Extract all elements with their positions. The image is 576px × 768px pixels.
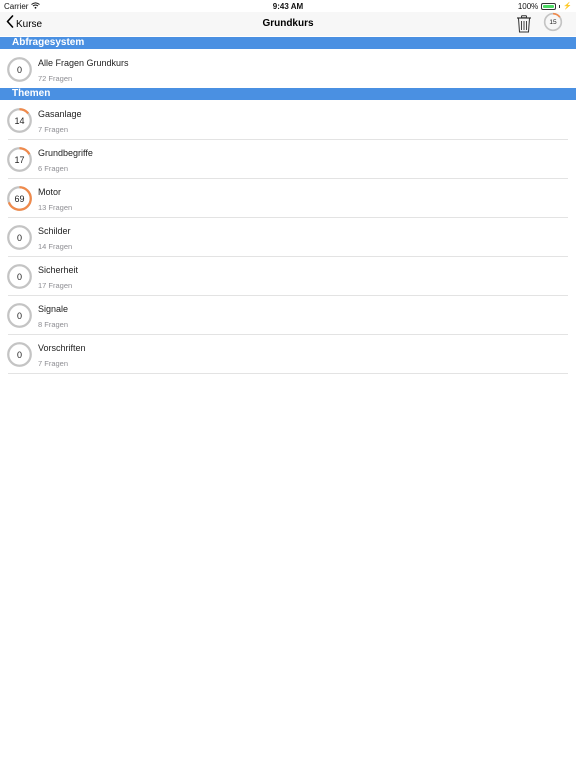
item-title: Grundbegriffe bbox=[38, 148, 93, 158]
row-divider bbox=[8, 373, 568, 374]
progress-value: 0 bbox=[16, 271, 22, 282]
progress-ring: 69 bbox=[6, 185, 33, 212]
list-item[interactable]: 69 Motor 13 Fragen bbox=[0, 179, 576, 218]
progress-value: 69 bbox=[14, 193, 25, 204]
section-header-abfragesystem: Abfragesystem bbox=[0, 37, 576, 49]
item-subtitle: 72 Fragen bbox=[38, 74, 73, 83]
battery-percent: 100% bbox=[517, 2, 539, 11]
item-title: Vorschriften bbox=[38, 343, 86, 353]
item-subtitle: 6 Fragen bbox=[38, 164, 69, 173]
item-subtitle: 7 Fragen bbox=[38, 359, 69, 368]
item-subtitle: 17 Fragen bbox=[38, 281, 73, 290]
list-item[interactable]: 17 Grundbegriffe 6 Fragen bbox=[0, 140, 576, 179]
item-title: Sicherheit bbox=[38, 265, 79, 275]
status-bar: Carrier 9:43 AM 100% ⚡ bbox=[0, 0, 576, 12]
progress-ring: 0 bbox=[6, 341, 33, 368]
list-item[interactable]: 0 Vorschriften 7 Fragen bbox=[0, 335, 576, 374]
progress-value: 0 bbox=[16, 310, 22, 321]
status-right: 100% ⚡ bbox=[518, 2, 572, 11]
back-label: Kurse bbox=[16, 18, 43, 30]
battery-icon bbox=[541, 3, 557, 10]
back-button[interactable]: Kurse bbox=[6, 15, 42, 33]
item-title: Signale bbox=[38, 304, 69, 314]
page-title: Grundkurs bbox=[262, 18, 314, 29]
progress-value: 0 bbox=[16, 64, 22, 75]
progress-ring: 0 bbox=[6, 224, 33, 251]
list-item[interactable]: 14 Gasanlage 7 Fragen bbox=[0, 101, 576, 140]
item-subtitle: 13 Fragen bbox=[38, 203, 73, 212]
navigation-bar: Kurse Grundkurs bbox=[0, 12, 576, 36]
item-subtitle: 14 Fragen bbox=[38, 242, 73, 251]
list-item[interactable]: 0 Signale 8 Fragen bbox=[0, 296, 576, 335]
progress-ring: 0 bbox=[6, 56, 33, 83]
item-title: Motor bbox=[38, 187, 62, 197]
item-title: Alle Fragen Grundkurs bbox=[38, 58, 129, 68]
item-title: Schilder bbox=[38, 226, 71, 236]
overall-score-ring[interactable]: 15 bbox=[543, 12, 563, 32]
overall-score-value: 15 bbox=[549, 18, 557, 26]
progress-value: 14 bbox=[14, 115, 25, 126]
progress-ring: 0 bbox=[6, 302, 33, 329]
section-header-themen: Themen bbox=[0, 88, 576, 100]
charging-icon: ⚡ bbox=[563, 3, 572, 10]
battery-tip bbox=[559, 5, 561, 8]
delete-button[interactable] bbox=[516, 15, 532, 33]
item-subtitle: 8 Fragen bbox=[38, 320, 69, 329]
trash-icon bbox=[516, 15, 532, 37]
progress-value: 0 bbox=[16, 349, 22, 360]
progress-ring: 17 bbox=[6, 146, 33, 173]
list-item[interactable]: 0 Schilder 14 Fragen bbox=[0, 218, 576, 257]
list-item[interactable]: 0 Sicherheit 17 Fragen bbox=[0, 257, 576, 296]
status-time: 9:43 AM bbox=[272, 2, 304, 11]
item-subtitle: 7 Fragen bbox=[38, 125, 69, 134]
progress-value: 0 bbox=[16, 232, 22, 243]
progress-ring: 0 bbox=[6, 263, 33, 290]
chevron-left-icon bbox=[6, 15, 14, 33]
item-title: Gasanlage bbox=[38, 109, 82, 119]
progress-value: 17 bbox=[14, 154, 25, 165]
progress-ring: 14 bbox=[6, 107, 33, 134]
list-item[interactable]: 0 Alle Fragen Grundkurs 72 Fragen bbox=[0, 50, 576, 89]
